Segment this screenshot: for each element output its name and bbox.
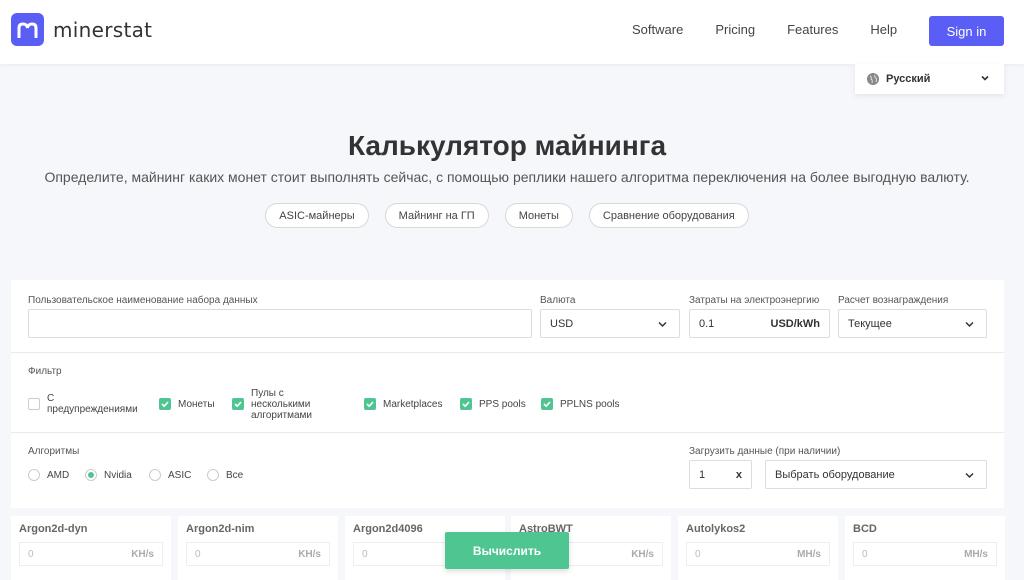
filter-coins-checkbox[interactable] — [159, 398, 171, 410]
currency-select[interactable]: USD — [540, 309, 680, 338]
nav-pricing[interactable]: Pricing — [715, 22, 755, 37]
algo-name: Argon2d4096 — [353, 523, 423, 535]
filter-warnings-checkbox[interactable] — [28, 398, 40, 410]
algo-unit: KH/s — [631, 548, 654, 560]
filter-multialgo-pools-label: Пулы с несколькими алгоритмами — [251, 388, 313, 421]
algo-hashrate-value: 0 — [862, 548, 868, 560]
pill-coins[interactable]: Монеты — [504, 203, 573, 228]
language-selected: Русский — [886, 73, 931, 85]
algo-asic-label: ASIC — [168, 470, 192, 481]
reward-select[interactable]: Текущее — [838, 309, 987, 338]
logo-text: minerstat — [53, 17, 153, 42]
page-subtitle: Определите, майнинг каких монет стоит вы… — [44, 169, 970, 185]
algo-hashrate-input[interactable]: 0 KH/s — [186, 542, 330, 566]
chevron-down-icon — [965, 321, 974, 328]
hardware-qty-value: 1 — [699, 468, 706, 481]
divider — [11, 432, 1004, 433]
power-cost-value: 0.1 — [699, 317, 715, 330]
dataset-name-label: Пользовательское наименование набора дан… — [28, 295, 258, 306]
algo-unit: KH/s — [131, 548, 154, 560]
top-header: minerstat Software Pricing Features Help… — [0, 0, 1024, 64]
check-icon — [234, 401, 242, 408]
algorithms-label: Алгоритмы — [28, 446, 80, 457]
logo[interactable]: minerstat — [11, 13, 152, 46]
hardware-select-placeholder: Выбрать оборудование — [775, 468, 895, 481]
check-icon — [543, 401, 551, 408]
algo-unit: MH/s — [797, 548, 821, 560]
algo-hashrate-value: 0 — [28, 548, 34, 560]
algo-hashrate-input[interactable]: 0 MH/s — [686, 542, 830, 566]
check-icon — [462, 401, 470, 408]
hardware-select[interactable]: Выбрать оборудование — [765, 460, 987, 489]
category-pills: ASIC-майнеры Майнинг на ГП Монеты Сравне… — [0, 203, 1014, 228]
algo-hashrate-value: 0 — [195, 548, 201, 560]
main-nav: Software Pricing Features Help — [632, 22, 929, 37]
filter-marketplaces-label: Marketplaces — [383, 399, 443, 410]
chevron-down-icon — [981, 75, 989, 81]
check-icon — [366, 401, 374, 408]
algo-name: Argon2d-dyn — [19, 523, 88, 535]
filter-coins-label: Монеты — [178, 399, 215, 410]
algo-unit: MH/s — [964, 548, 988, 560]
chevron-down-icon — [658, 321, 667, 328]
page-title: Калькулятор майнинга — [347, 130, 667, 161]
algo-amd-radio[interactable] — [28, 469, 40, 481]
algo-hashrate-value: 0 — [362, 548, 368, 560]
algo-hashrate-value: 0 — [695, 548, 701, 560]
pill-asic-miners[interactable]: ASIC-майнеры — [265, 203, 369, 228]
algo-card: BCD 0 MH/s — [845, 516, 1005, 580]
filter-multialgo-pools-checkbox[interactable] — [232, 398, 244, 410]
algo-name: Argon2d-nim — [186, 523, 255, 535]
power-cost-label: Затраты на электроэнергию — [689, 295, 820, 306]
filter-pps-label: PPS pools — [479, 399, 526, 410]
currency-value: USD — [550, 317, 574, 330]
algo-name: BCD — [853, 523, 877, 535]
filter-warnings-label: Спредупреждениями — [47, 393, 138, 415]
calculate-button[interactable]: Вычислить — [445, 532, 569, 569]
algo-card: Argon2d-nim 0 KH/s — [178, 516, 338, 580]
algo-hashrate-input[interactable]: 0 MH/s — [853, 542, 997, 566]
nav-help[interactable]: Help — [870, 22, 897, 37]
globe-icon — [867, 73, 879, 85]
algo-unit: KH/s — [298, 548, 321, 560]
hardware-qty-input[interactable]: 1 x — [689, 460, 752, 489]
algo-nvidia-label: Nvidia — [104, 470, 132, 481]
dataset-name-input[interactable] — [28, 309, 532, 338]
filter-marketplaces-checkbox[interactable] — [364, 398, 376, 410]
filter-pps-checkbox[interactable] — [460, 398, 472, 410]
pill-gpu-mining[interactable]: Майнинг на ГП — [384, 203, 489, 228]
algo-all-radio[interactable] — [207, 469, 219, 481]
power-cost-input[interactable]: 0.1 USD/kWh — [689, 309, 830, 338]
power-cost-unit: USD/kWh — [770, 317, 821, 330]
logo-mark-icon — [11, 13, 44, 46]
reward-value: Текущее — [848, 317, 892, 330]
sign-in-button[interactable]: Sign in — [929, 16, 1004, 46]
language-select[interactable]: Русский — [855, 64, 1004, 94]
nav-features[interactable]: Features — [787, 22, 838, 37]
filter-pplns-label: PPLNS pools — [560, 399, 620, 410]
currency-label: Валюта — [540, 295, 576, 306]
algo-hashrate-input[interactable]: 0 KH/s — [19, 542, 163, 566]
calculator-form: Пользовательское наименование набора дан… — [11, 280, 1004, 508]
filter-pplns-checkbox[interactable] — [541, 398, 553, 410]
check-icon — [161, 401, 169, 408]
divider — [11, 352, 1004, 353]
algo-card: Argon2d-dyn 0 KH/s — [11, 516, 171, 580]
pill-hardware-compare[interactable]: Сравнение оборудования — [588, 203, 749, 228]
algo-name: Autolykos2 — [686, 523, 746, 535]
filter-label: Фильтр — [28, 366, 62, 377]
algo-all-label: Все — [226, 470, 244, 481]
clear-qty-icon[interactable]: x — [736, 469, 742, 481]
algo-card: Autolykos2 0 MH/s — [678, 516, 838, 580]
load-data-label: Загрузить данные (при наличии) — [689, 446, 841, 457]
chevron-down-icon — [965, 472, 974, 479]
nav-software[interactable]: Software — [632, 22, 683, 37]
algo-asic-radio[interactable] — [149, 469, 161, 481]
algo-nvidia-radio[interactable] — [85, 469, 97, 481]
algo-amd-label: AMD — [47, 470, 70, 481]
reward-label: Расчет вознаграждения — [838, 295, 949, 306]
